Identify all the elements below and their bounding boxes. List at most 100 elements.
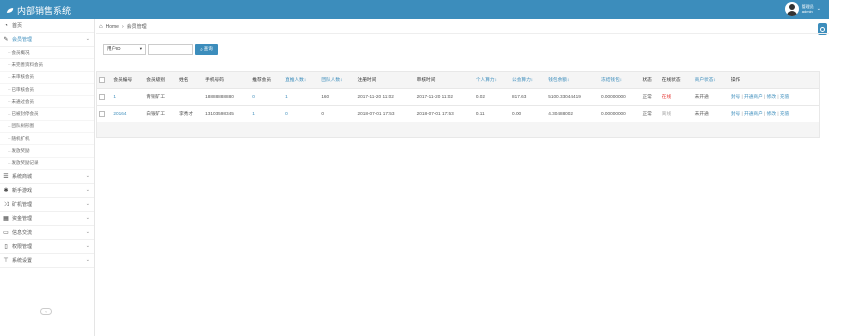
sidebar-item-label: 资金管理 — [12, 215, 33, 222]
sidebar: ◔ 首页 ✎会员管理 ⌄ 会员概况未完善资料会员未审核会员已审核会员未通过会员已被封停会… — [0, 19, 95, 336]
sidebar-subitem-label: 发放奖励 — [11, 148, 30, 154]
row-select-cell — [97, 105, 111, 122]
sidebar-item[interactable]: ⊤ 系统设置 ⌄ — [0, 254, 94, 268]
cell-referrer[interactable]: 1 — [250, 105, 283, 122]
sidebar-item[interactable]: ▦ 资金管理 ⌄ — [0, 212, 94, 226]
user-menu[interactable]: 管理员 admin ⌄ — [784, 2, 821, 16]
sidebar-item[interactable]: ◔ 首页 — [0, 19, 94, 33]
action-link[interactable]: 封号 — [731, 94, 740, 99]
sidebar-item[interactable]: ✎ 会员管理 ⌄ — [0, 33, 94, 47]
chevron-down-icon: ⌄ — [85, 172, 90, 179]
action-link[interactable]: 修改 — [767, 94, 776, 99]
breadcrumb: ⌂ Home › 会员管理 — [96, 20, 829, 34]
chevron-down-icon: ⌄ — [85, 36, 90, 42]
cell-level: 白银矿工 — [146, 110, 166, 116]
sidebar-subitem[interactable]: 未审核会员 — [0, 72, 94, 84]
sidebar-item-label: 首页 — [12, 23, 23, 29]
action-link[interactable]: 充值 — [780, 111, 789, 116]
cell-id[interactable]: 1 — [111, 88, 144, 105]
cell-id[interactable]: 20164 — [111, 105, 144, 122]
search-field-select[interactable]: 用户ID ▾ — [103, 43, 146, 55]
column-header: 状态 — [642, 76, 652, 82]
column-header: 在线状态 — [661, 76, 681, 82]
brand[interactable]: 内部销售系统 — [6, 4, 71, 17]
table-header-row: 会员编号 会员级别 姓名 手机号码 推荐会员 直推人数↕ 团队人数↕ 注册时间 审核时间 个人算力… — [97, 72, 819, 88]
cell-direct[interactable]: 1 — [283, 88, 319, 105]
cell-team: 160 — [321, 94, 330, 99]
cell-frozen: 0.00000000 — [601, 111, 626, 117]
sidebar-subitem[interactable]: 会员概况 — [0, 47, 94, 60]
sidebar-subitem-label: 未完善资料会员 — [11, 61, 44, 67]
cell-referrer[interactable]: 0 — [250, 88, 283, 105]
breadcrumb-home[interactable]: Home — [106, 24, 119, 30]
file-icon: ▯ — [4, 243, 8, 250]
column-header[interactable]: 冻结钱包↕ — [599, 72, 640, 88]
search-icon: ⌕ — [200, 46, 203, 52]
cell-reg_time: 2017-11-20 11:02 — [357, 94, 394, 99]
cell-online: 离线 — [661, 110, 672, 116]
table-row: 20164 白银矿工 李秀才 13103598345 1 0 0 2018-07-01 17:… — [97, 105, 819, 122]
dashboard-icon: ◔ — [4, 23, 8, 29]
sidebar-subitem[interactable]: 发放奖励 — [0, 145, 94, 158]
sidebar-subitem[interactable]: 随机扩机 — [0, 133, 94, 146]
avatar — [784, 2, 799, 16]
sidebar-item-label: 权限管理 — [12, 243, 33, 250]
select-value: 用户ID — [107, 46, 121, 51]
sidebar-item[interactable]: ⤨ 矿机管理 ⌄ — [0, 198, 94, 212]
sidebar-item[interactable]: ☰ 系统商城 ⌄ — [0, 170, 94, 184]
cell-direct[interactable]: 0 — [283, 105, 319, 122]
sidebar-item-label: 系统商城 — [12, 173, 33, 180]
cell-guild: 0.00 — [512, 111, 522, 117]
column-header[interactable]: 直推人数↕ — [283, 72, 319, 88]
select-all-checkbox[interactable] — [99, 76, 105, 83]
sidebar-item[interactable]: ✱ 新手游戏 ⌄ — [0, 184, 94, 198]
action-link[interactable]: 开通商户 — [744, 94, 763, 99]
sidebar-subitem[interactable]: 未通过会员 — [0, 96, 94, 109]
cell-frozen: 0.00000000 — [601, 94, 626, 99]
chevron-down-icon: ⌄ — [85, 186, 90, 193]
sidebar-subitem-label: 团队树形图 — [11, 123, 35, 129]
column-header[interactable]: 个人算力↕ — [474, 72, 510, 88]
sidebar-item-label: 信息交流 — [12, 229, 33, 236]
action-link[interactable]: 开通商户 — [744, 111, 763, 116]
cell-status: 正常 — [642, 93, 652, 99]
filter-bar: 用户ID ▾ ⌕ 查询 — [96, 35, 821, 63]
action-link[interactable]: 封号 — [731, 111, 740, 116]
collapse-sidebar-button[interactable]: ‹ — [40, 308, 52, 315]
sidebar-subitem-label: 已审核会员 — [11, 86, 35, 92]
action-link[interactable]: 充值 — [780, 94, 789, 99]
app-title: 内部销售系统 — [17, 6, 72, 16]
sidebar-subitem[interactable]: 发放奖励记录 — [0, 158, 94, 170]
sidebar-item[interactable]: ▭ 信息交流 ⌄ — [0, 226, 94, 240]
cell-guild: 817.63 — [512, 94, 527, 99]
table-row: 1 青铜矿工 18888888880 0 1 160 2017-11-20 11:02 201… — [97, 88, 819, 105]
column-header[interactable]: 钱包余额↕ — [546, 72, 599, 88]
sidebar-subitem[interactable]: 已审核会员 — [0, 84, 94, 97]
row-checkbox[interactable] — [99, 93, 105, 100]
chevron-down-icon: ⌄ — [816, 6, 821, 12]
shuffle-icon: ⤨ — [3, 201, 9, 208]
sidebar-subitem-label: 已被封停会员 — [11, 111, 39, 117]
column-header[interactable]: 团队人数↕ — [319, 72, 355, 88]
query-label: 查询 — [203, 46, 213, 51]
column-header: 会员级别 — [146, 76, 166, 82]
query-button[interactable]: ⌕ 查询 — [195, 43, 218, 55]
cell-audit_time: 2017-11-20 11:02 — [416, 94, 453, 99]
sidebar-subitem[interactable]: 团队树形图 — [0, 121, 94, 134]
cell-personal: 0.02 — [475, 94, 485, 99]
row-checkbox[interactable] — [99, 110, 105, 117]
cell-merchant: 未开通 — [694, 93, 709, 99]
search-input[interactable] — [148, 43, 193, 55]
column-header[interactable]: 商户状态↕ — [693, 72, 729, 88]
caret-down-icon: ▾ — [139, 46, 142, 51]
action-link[interactable]: 修改 — [767, 111, 776, 116]
cell-actions: 封号 | 开通商户 | 修改 | 充值 — [729, 88, 819, 105]
cell-reg_time: 2018-07-01 17:53 — [357, 111, 395, 117]
top-header: 内部销售系统 管理员 admin ⌄ — [0, 0, 829, 19]
column-header[interactable]: 公会算力↕ — [510, 72, 546, 88]
chevron-down-icon: ⌄ — [85, 214, 90, 221]
breadcrumb-separator: › — [121, 23, 124, 30]
sidebar-item[interactable]: ▯ 权限管理 ⌄ — [0, 240, 94, 254]
sidebar-subitem[interactable]: 未完善资料会员 — [0, 59, 94, 72]
sidebar-subitem[interactable]: 已被封停会员 — [0, 108, 94, 121]
